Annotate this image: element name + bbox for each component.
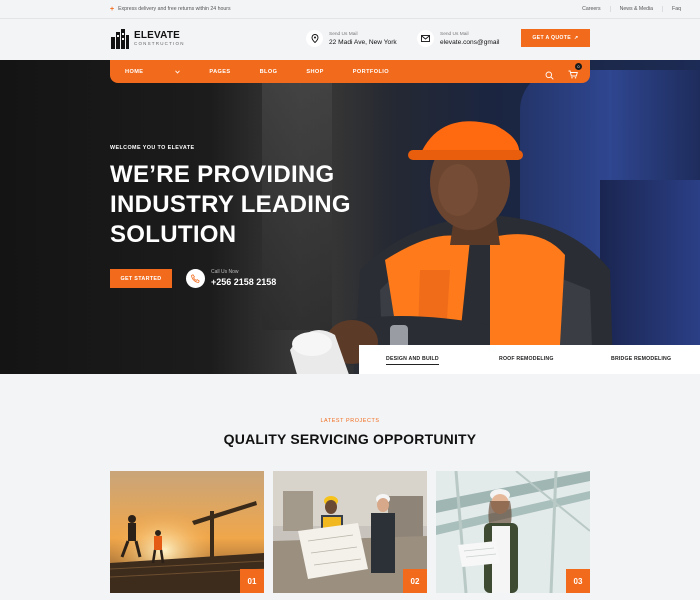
building-logo-icon [111,29,129,49]
project-number-1: 01 [240,569,264,593]
headline-line-3: SOLUTION [110,221,237,248]
call-us: Call Us Now +256 2158 2158 [186,268,276,288]
top-link-news-media[interactable]: News & Media [609,6,662,12]
tab-roof-remodeling[interactable]: ROOF REMODELING [499,356,554,362]
cart-count-badge: 0 [575,63,582,70]
promo: + Express delivery and free returns with… [110,5,231,13]
top-links: Careers News & Media Faq [573,6,690,12]
nav-item-shop[interactable]: SHOP [306,69,323,75]
project-card-1[interactable]: 01 [110,471,264,593]
cart-button[interactable]: 0 [568,63,582,84]
mail-value[interactable]: elevate.cons@gmail [440,38,499,47]
hero-eyebrow: WELCOME YOU TO ELEVATE [110,145,194,151]
service-tabs: DESIGN AND BUILD ROOF REMODELING BRIDGE … [359,345,700,374]
plus-icon: + [110,5,115,13]
address-label: Send Us Mail [329,31,358,37]
chevron-down-icon [175,70,181,74]
arrow-up-right-icon: ↗ [574,35,579,41]
top-link-faq[interactable]: Faq [662,6,690,12]
nav-item-pages[interactable]: PAGES [209,69,230,75]
cart-icon [568,70,578,79]
nav-items: HOME PAGES BLOG SHOP PORTFOLIO [125,69,418,75]
tab-design-and-build[interactable]: DESIGN AND BUILD [386,356,439,365]
nav-tools: 0 [545,63,582,84]
address-contact: Send Us Mail 22 Madi Ave, New York [306,30,397,47]
promo-text: Express delivery and free returns within… [118,6,231,12]
nav-item-portfolio[interactable]: PORTFOLIO [353,69,389,75]
project-card-3[interactable]: 03 [436,471,590,593]
phone-icon [186,268,205,288]
brand-name: ELEVATE [134,30,181,41]
projects-title: QUALITY SERVICING OPPORTUNITY [223,431,477,447]
mail-label: Send Us Mail [440,31,469,37]
location-pin-icon [306,30,323,47]
top-bar: + Express delivery and free returns with… [0,0,700,19]
page: + Express delivery and free returns with… [0,0,700,600]
get-started-button[interactable]: GET STARTED [110,269,172,288]
address-value: 22 Madi Ave, New York [329,38,397,46]
project-card-2[interactable]: 02 [273,471,427,593]
call-label: Call Us Now [211,269,239,275]
hero-headline: WE’RE PROVIDING INDUSTRY LEADING SOLUTIO… [110,160,370,250]
nav-home-label: HOME [125,68,144,75]
search-icon[interactable] [545,71,554,80]
welcome-text: WELCOME YOU TO ELEVATE [110,145,195,151]
get-a-quote-button[interactable]: GET A QUOTE ↗ [521,29,590,47]
headline-line-1: WE’RE PROVIDING [110,161,335,188]
headline-line-2: INDUSTRY LEADING [110,191,351,218]
top-link-careers[interactable]: Careers [573,6,609,12]
header: ELEVATE CONSTRUCTION Send Us Mail 22 Mad… [0,19,700,60]
get-a-quote-label: GET A QUOTE [532,35,571,41]
project-number-2: 02 [403,569,427,593]
call-number[interactable]: +256 2158 2158 [211,276,276,288]
tab-bridge-remodeling[interactable]: BRIDGE REMODELING [611,356,671,362]
projects-eyebrow: LATEST PROJECTS [320,418,380,424]
mail-contact: Send Us Mail elevate.cons@gmail [417,30,499,47]
nav-item-blog[interactable]: BLOG [260,69,278,75]
logo[interactable]: ELEVATE CONSTRUCTION [110,29,185,49]
nav-item-home[interactable]: HOME [125,68,181,75]
main-nav: HOME PAGES BLOG SHOP PORTFOLIO 0 [110,60,590,83]
envelope-icon [417,30,434,47]
brand-subtitle: CONSTRUCTION [134,41,185,46]
project-number-3: 03 [566,569,590,593]
